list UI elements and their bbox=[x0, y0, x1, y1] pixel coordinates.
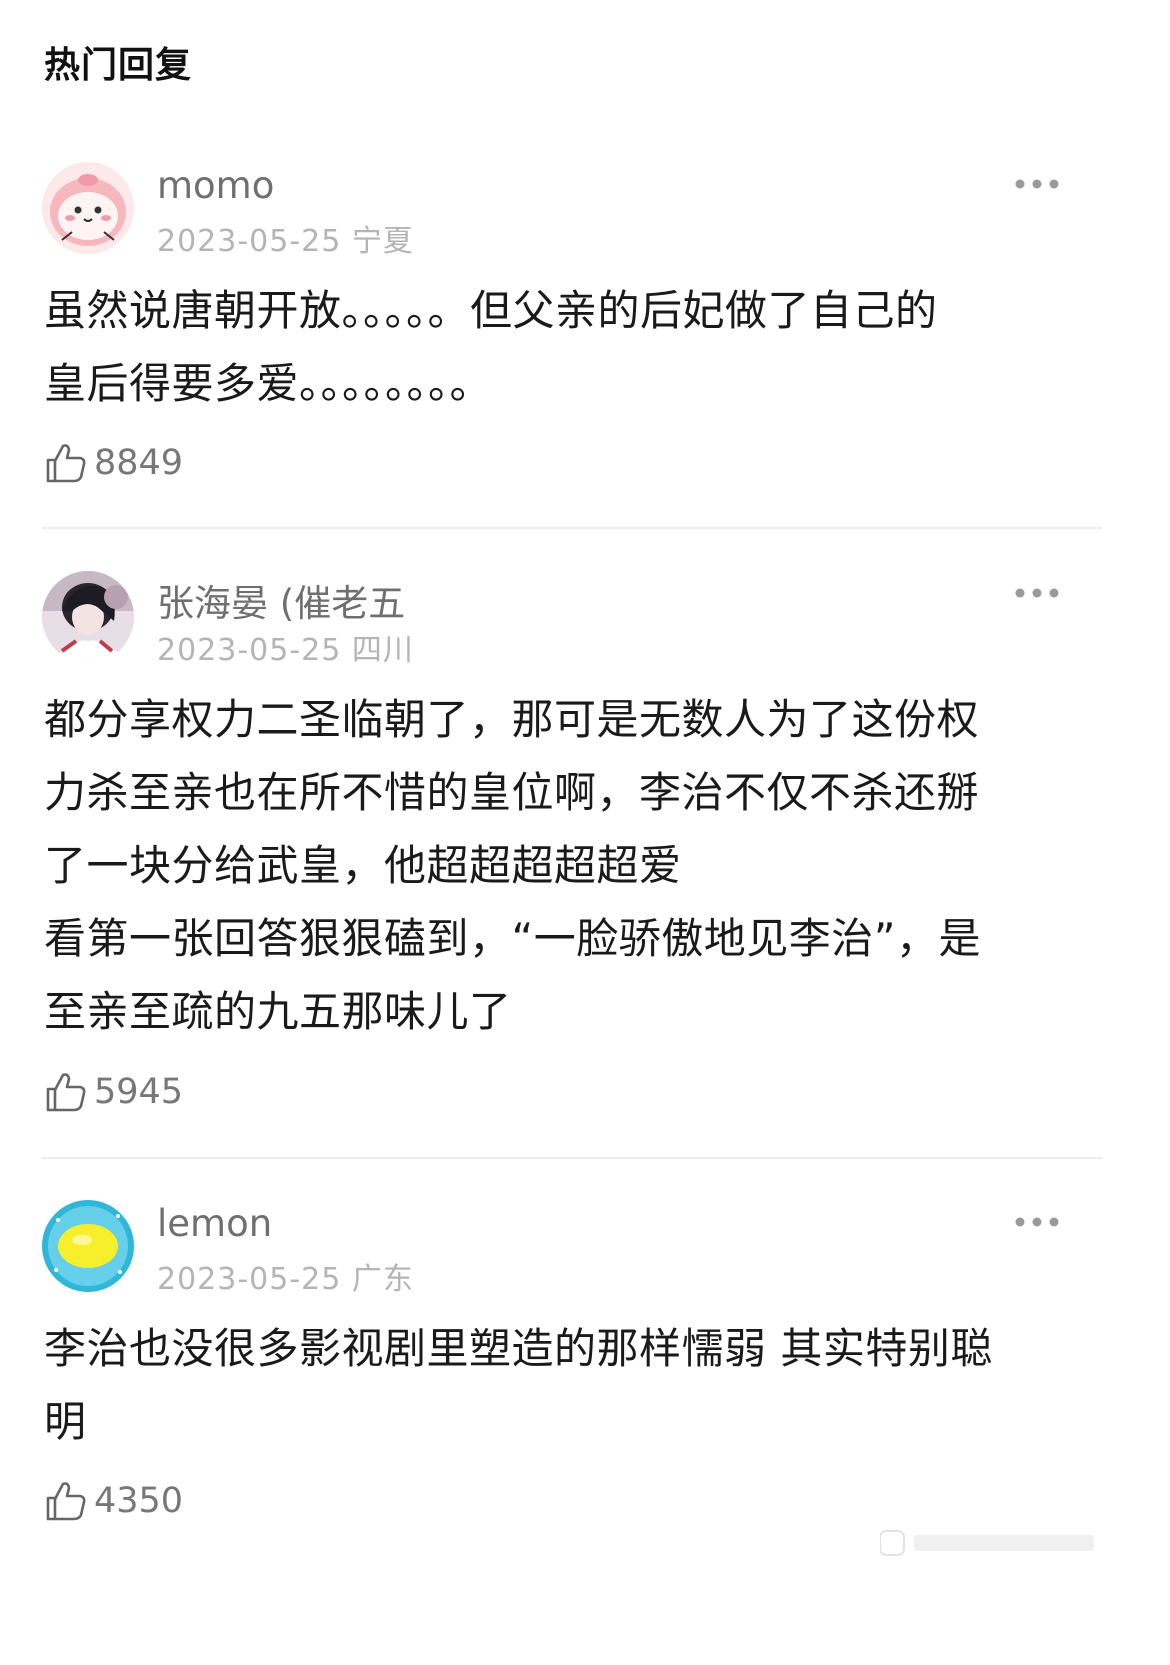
avatar[interactable] bbox=[42, 571, 134, 663]
like-count: 8849 bbox=[94, 443, 184, 483]
thumbs-up-icon bbox=[46, 444, 86, 483]
username[interactable]: 张海晏 (催老五 bbox=[157, 573, 405, 627]
more-dots-icon bbox=[1015, 1217, 1059, 1227]
more-button[interactable] bbox=[1014, 587, 1060, 599]
divider bbox=[42, 1157, 1102, 1159]
lemon-avatar-icon bbox=[42, 1200, 134, 1292]
watermark bbox=[879, 1525, 1100, 1561]
watermark-logo-icon bbox=[879, 1530, 1094, 1556]
like-count: 4350 bbox=[94, 1481, 184, 1521]
anime-character-avatar-icon bbox=[42, 571, 134, 663]
comment-meta: 2023-05-25 宁夏 bbox=[157, 224, 414, 259]
comment-text: 李治也没很多影视剧里塑造的那样懦弱 其实特别聪 明 bbox=[44, 1324, 993, 1446]
thumbs-up-icon bbox=[46, 1482, 86, 1521]
pink-cartoon-avatar-icon bbox=[42, 162, 134, 254]
comment-text: 都分享权力二圣临朝了，那可是无数人为了这份权 力杀至亲也在所不惜的皇位啊，李治不… bbox=[44, 695, 982, 1036]
like-button[interactable]: 8849 bbox=[44, 440, 183, 486]
section-title: 热门回复 bbox=[44, 45, 193, 86]
thumbs-up-icon bbox=[46, 1073, 86, 1112]
hot-replies-page: 热门回复 momo 2023-05-25 宁夏 虽然说唐朝开放。。。。。但父亲的… bbox=[0, 0, 1170, 1665]
divider bbox=[42, 527, 1102, 529]
more-button[interactable] bbox=[1014, 1216, 1060, 1228]
like-button[interactable]: 4350 bbox=[44, 1478, 183, 1524]
like-count: 5945 bbox=[94, 1072, 184, 1112]
avatar[interactable] bbox=[42, 162, 134, 254]
username[interactable]: lemon bbox=[157, 1202, 272, 1245]
more-dots-icon bbox=[1015, 588, 1059, 598]
comment-meta: 2023-05-25 广东 bbox=[157, 1262, 414, 1297]
avatar[interactable] bbox=[42, 1200, 134, 1292]
username[interactable]: momo bbox=[157, 164, 274, 207]
comment-meta: 2023-05-25 四川 bbox=[157, 633, 414, 668]
more-dots-icon bbox=[1015, 179, 1059, 189]
like-button[interactable]: 5945 bbox=[44, 1069, 183, 1115]
comment-text: 虽然说唐朝开放。。。。。但父亲的后妃做了自己的 皇后得要多爱。。。。。。。。 bbox=[44, 286, 938, 408]
more-button[interactable] bbox=[1014, 178, 1060, 190]
